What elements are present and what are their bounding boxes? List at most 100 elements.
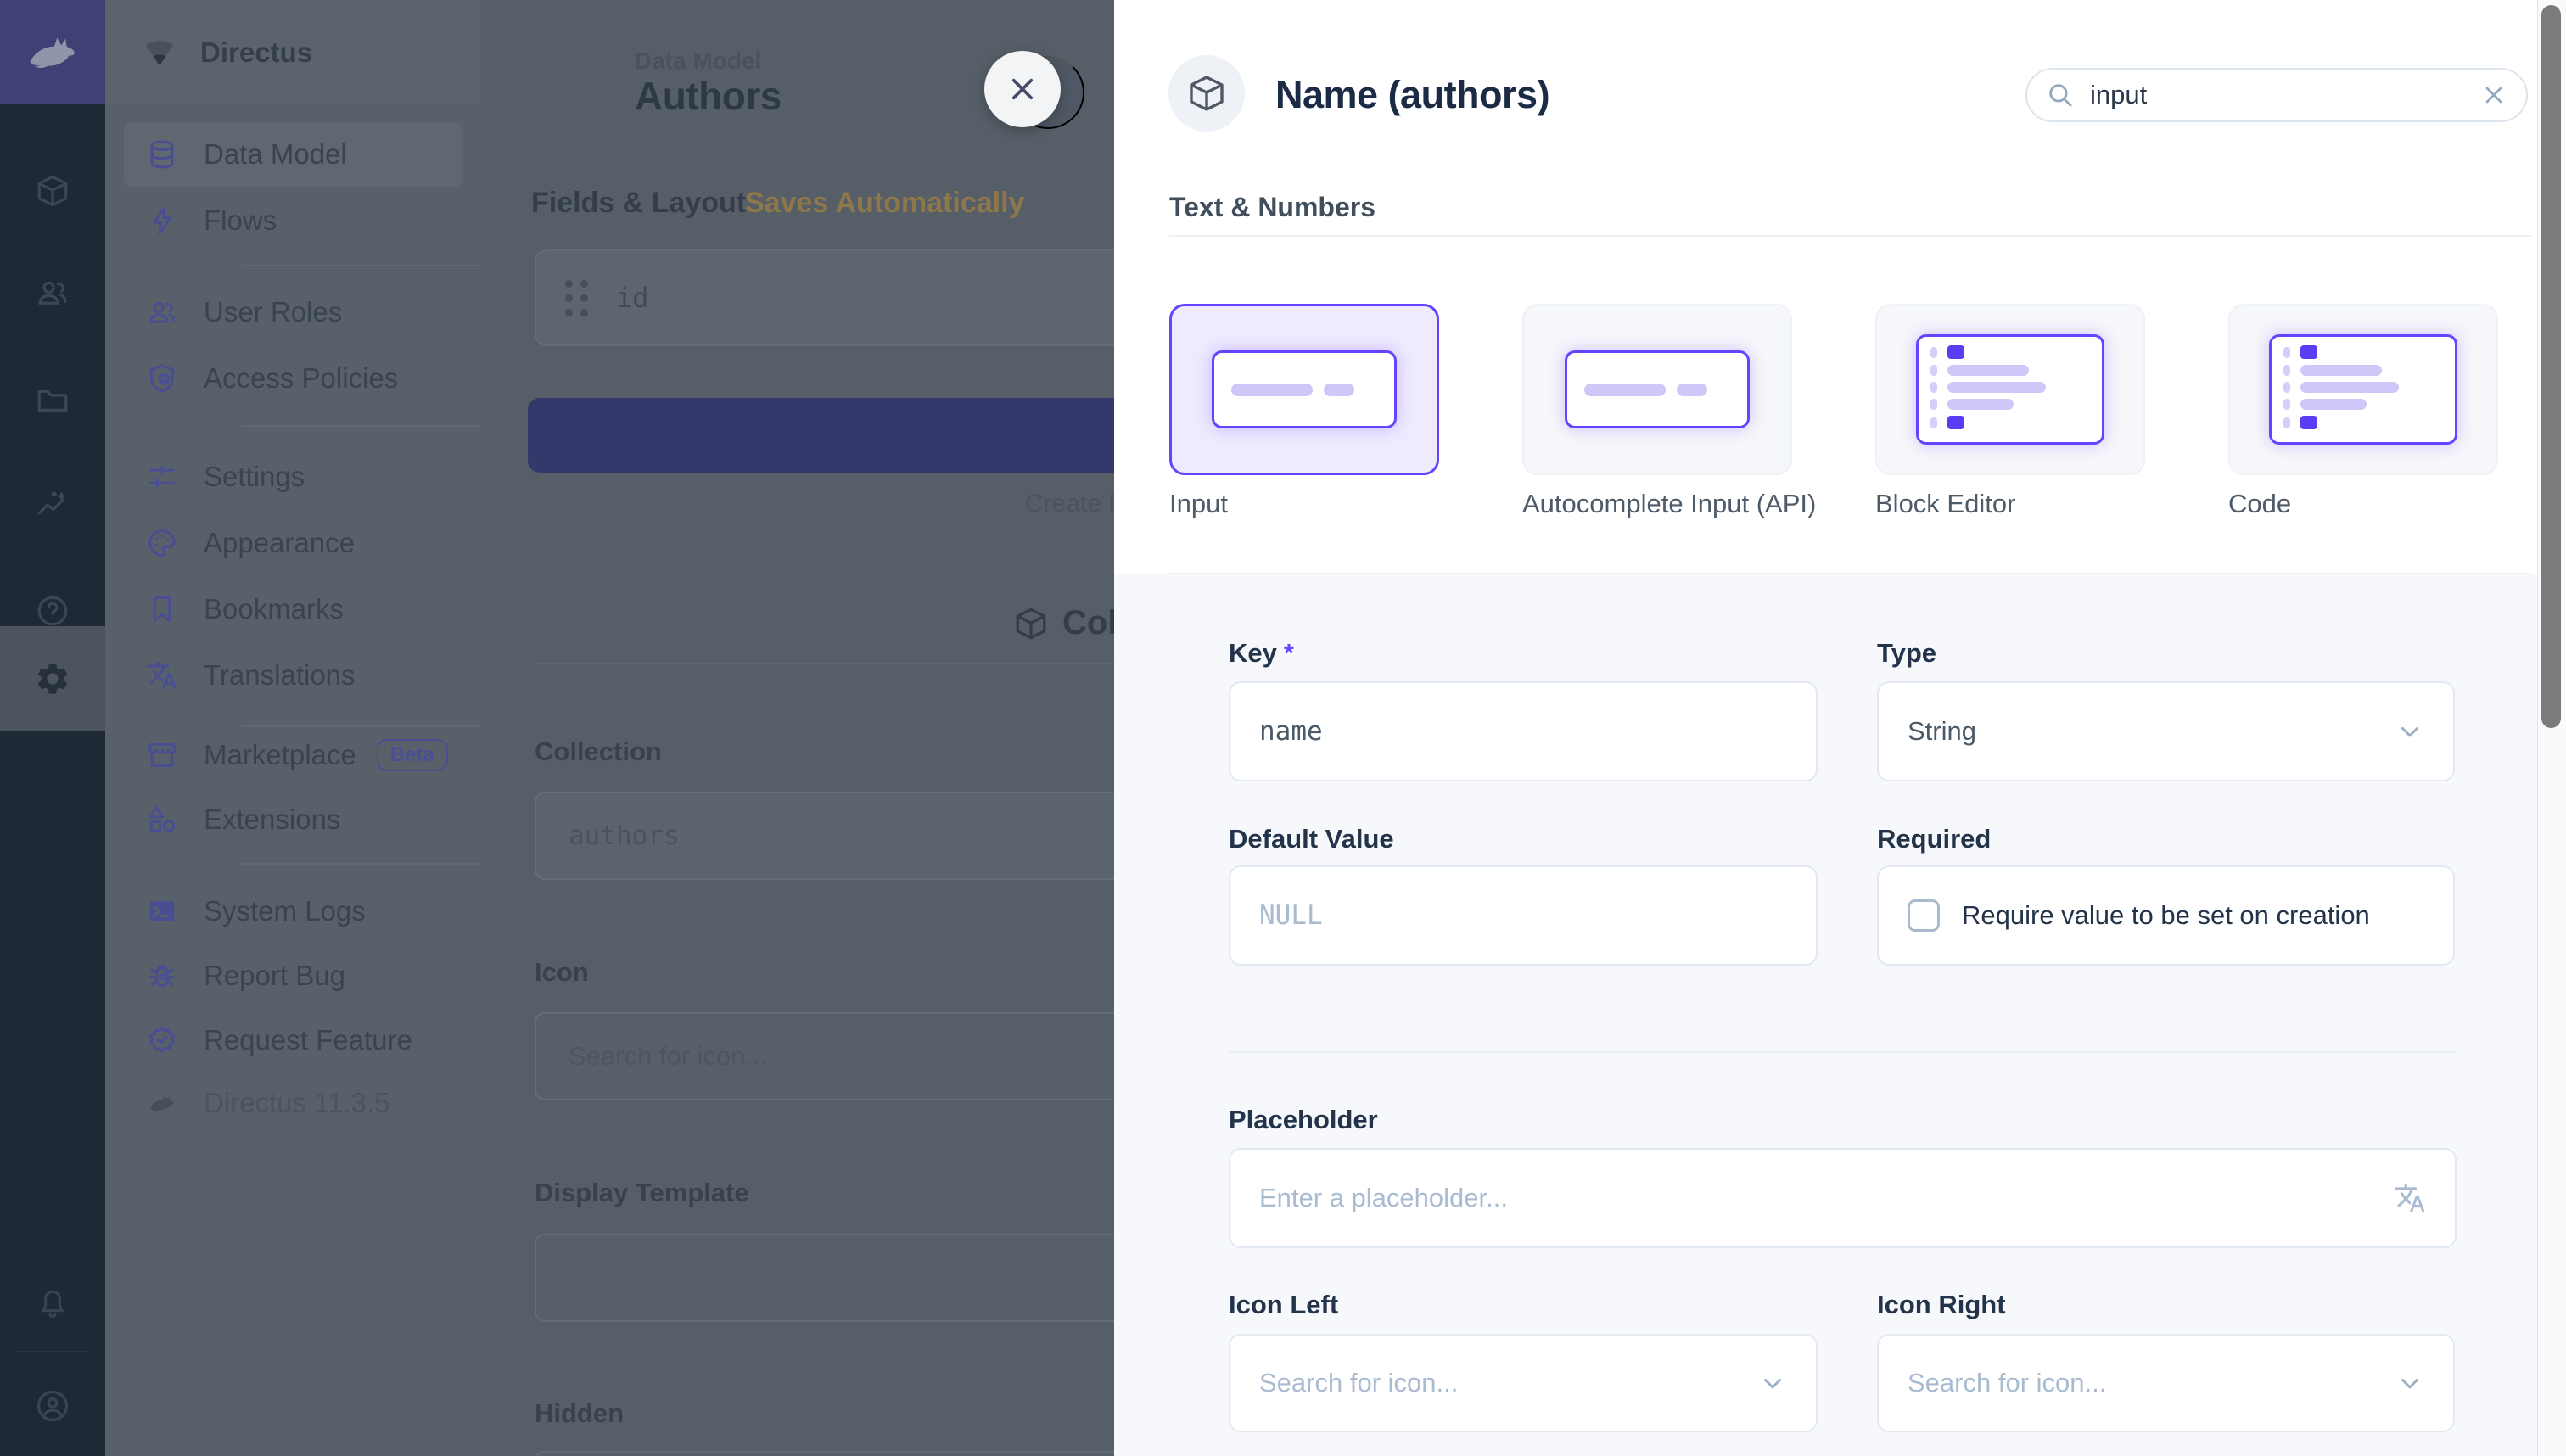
placeholder-label: Placeholder — [1229, 1105, 1378, 1135]
close-icon — [1006, 73, 1039, 105]
interface-card-code[interactable] — [2228, 304, 2498, 475]
icon-left-label: Icon Left — [1229, 1290, 1338, 1320]
sidebar-item-appearance[interactable]: Appearance — [124, 511, 463, 575]
project-switcher[interactable]: Directus — [105, 0, 480, 104]
sidebar-item-report-bug[interactable]: Report Bug — [124, 944, 463, 1008]
module-users-icon[interactable] — [0, 243, 105, 343]
sidebar-item-label: User Roles — [204, 296, 342, 328]
sidebar-item-system-logs[interactable]: System Logs — [124, 879, 463, 944]
key-field[interactable] — [1229, 681, 1818, 781]
module-settings-icon[interactable] — [0, 626, 105, 731]
drawer-close-button[interactable] — [984, 51, 1061, 127]
divider — [1229, 1051, 2457, 1053]
drag-handle-icon[interactable] — [565, 280, 589, 316]
sidebar-item-extensions[interactable]: Extensions — [124, 787, 463, 852]
interface-search — [2025, 68, 2528, 122]
sidebar-item-data-model[interactable]: Data Model — [124, 122, 463, 187]
sidebar-item-user-roles[interactable]: User Roles — [124, 280, 463, 344]
terminal-icon — [146, 895, 178, 927]
breadcrumb[interactable]: Data Model — [635, 48, 761, 75]
type-select[interactable]: String — [1877, 681, 2455, 781]
sidebar-item-label: System Logs — [204, 895, 366, 927]
project-name: Directus — [200, 36, 312, 69]
drawer-title: Name (authors) — [1275, 73, 1549, 117]
sidebar-item-label: Data Model — [204, 138, 347, 171]
default-value-field[interactable] — [1229, 865, 1818, 966]
sidebar-version: Directus 11.3.5 — [124, 1071, 463, 1135]
divider — [1169, 235, 2531, 237]
sidebar-item-label: Extensions — [204, 804, 340, 836]
icon-right-label: Icon Right — [1877, 1290, 2006, 1320]
rabbit-logo-icon — [146, 1087, 178, 1119]
editor-interface-preview — [2269, 334, 2457, 445]
type-value: String — [1908, 716, 1976, 747]
module-content-icon[interactable] — [0, 141, 105, 241]
cube-icon — [1186, 73, 1227, 114]
module-bar-divider — [15, 1351, 90, 1352]
chevron-down-icon — [2395, 1369, 2424, 1397]
sidebar-item-label: Translations — [204, 659, 356, 692]
search-icon — [2046, 81, 2075, 109]
key-input[interactable] — [1259, 716, 1787, 747]
new-releases-icon — [146, 1024, 178, 1056]
bug-icon — [146, 960, 178, 992]
input-interface-preview — [1565, 350, 1750, 428]
sidebar-item-label: Marketplace — [204, 739, 356, 771]
placeholder-input[interactable] — [1259, 1183, 2394, 1213]
sidebar-item-label: Report Bug — [204, 960, 345, 992]
interface-card-input[interactable] — [1169, 304, 1439, 475]
default-value-input[interactable] — [1259, 900, 1787, 931]
required-field: Require value to be set on creation — [1877, 865, 2455, 966]
interface-card-autocomplete[interactable] — [1522, 304, 1792, 475]
scrollbar-thumb[interactable] — [2541, 5, 2561, 728]
interface-group-heading: Text & Numbers — [1169, 192, 1375, 223]
required-checkbox-label[interactable]: Require value to be set on creation — [1962, 900, 2370, 931]
icon-left-select[interactable]: Search for icon... — [1229, 1334, 1818, 1432]
sidebar-item-marketplace[interactable]: Marketplace Beta — [124, 723, 463, 787]
translate-icon[interactable] — [2394, 1182, 2426, 1214]
sidebar-item-label: Access Policies — [204, 362, 398, 395]
required-mark: * — [1284, 638, 1294, 668]
sidebar-item-flows[interactable]: Flows — [124, 188, 463, 253]
bolt-icon — [146, 204, 178, 237]
field-options-form: Key* Type String Default Value Required … — [1114, 574, 2537, 1456]
shield-user-icon — [146, 362, 178, 395]
field-name: id — [616, 282, 649, 314]
module-files-icon[interactable] — [0, 350, 105, 451]
category-icon — [146, 804, 178, 836]
translate-icon — [146, 659, 178, 692]
field-config-drawer: Name (authors) Text & Numbers — [1114, 0, 2537, 1456]
version-label: Directus 11.3.5 — [204, 1087, 390, 1119]
interface-search-input[interactable] — [2090, 80, 2480, 110]
interface-card-label: Block Editor — [1875, 489, 2015, 519]
sidebar-item-request-feature[interactable]: Request Feature — [124, 1008, 463, 1072]
bookmark-icon — [146, 593, 178, 625]
sidebar-item-bookmarks[interactable]: Bookmarks — [124, 577, 463, 641]
placeholder-field[interactable] — [1229, 1148, 2457, 1248]
editor-interface-preview — [1916, 334, 2104, 445]
module-insights-icon[interactable] — [0, 456, 105, 556]
interface-card-block-editor[interactable] — [1875, 304, 2145, 475]
clear-search-icon[interactable] — [2480, 81, 2507, 109]
sidebar-item-label: Request Feature — [204, 1024, 412, 1056]
cube-icon — [1013, 606, 1049, 641]
sidebar-item-label: Appearance — [204, 527, 355, 559]
beta-badge: Beta — [377, 739, 448, 771]
collection-value: authors — [569, 820, 680, 851]
sidebar-item-settings[interactable]: Settings — [124, 445, 463, 509]
autosave-note: Saves Automatically — [745, 187, 1024, 220]
icon-right-select[interactable]: Search for icon... — [1877, 1334, 2455, 1432]
tune-icon — [146, 461, 178, 493]
module-bar — [0, 0, 105, 1456]
required-checkbox[interactable] — [1908, 899, 1940, 932]
default-value-label: Default Value — [1229, 824, 1394, 854]
sidebar-item-label: Settings — [204, 461, 305, 493]
project-status-icon — [137, 31, 182, 75]
notifications-bell-icon[interactable] — [0, 1254, 105, 1354]
sidebar-item-translations[interactable]: Translations — [124, 643, 463, 708]
interface-card-label: Code — [2228, 489, 2291, 519]
user-avatar-icon[interactable] — [0, 1356, 105, 1456]
directus-logo-tile[interactable] — [0, 0, 105, 104]
type-label: Type — [1877, 638, 1936, 669]
sidebar-item-access-policies[interactable]: Access Policies — [124, 346, 463, 411]
